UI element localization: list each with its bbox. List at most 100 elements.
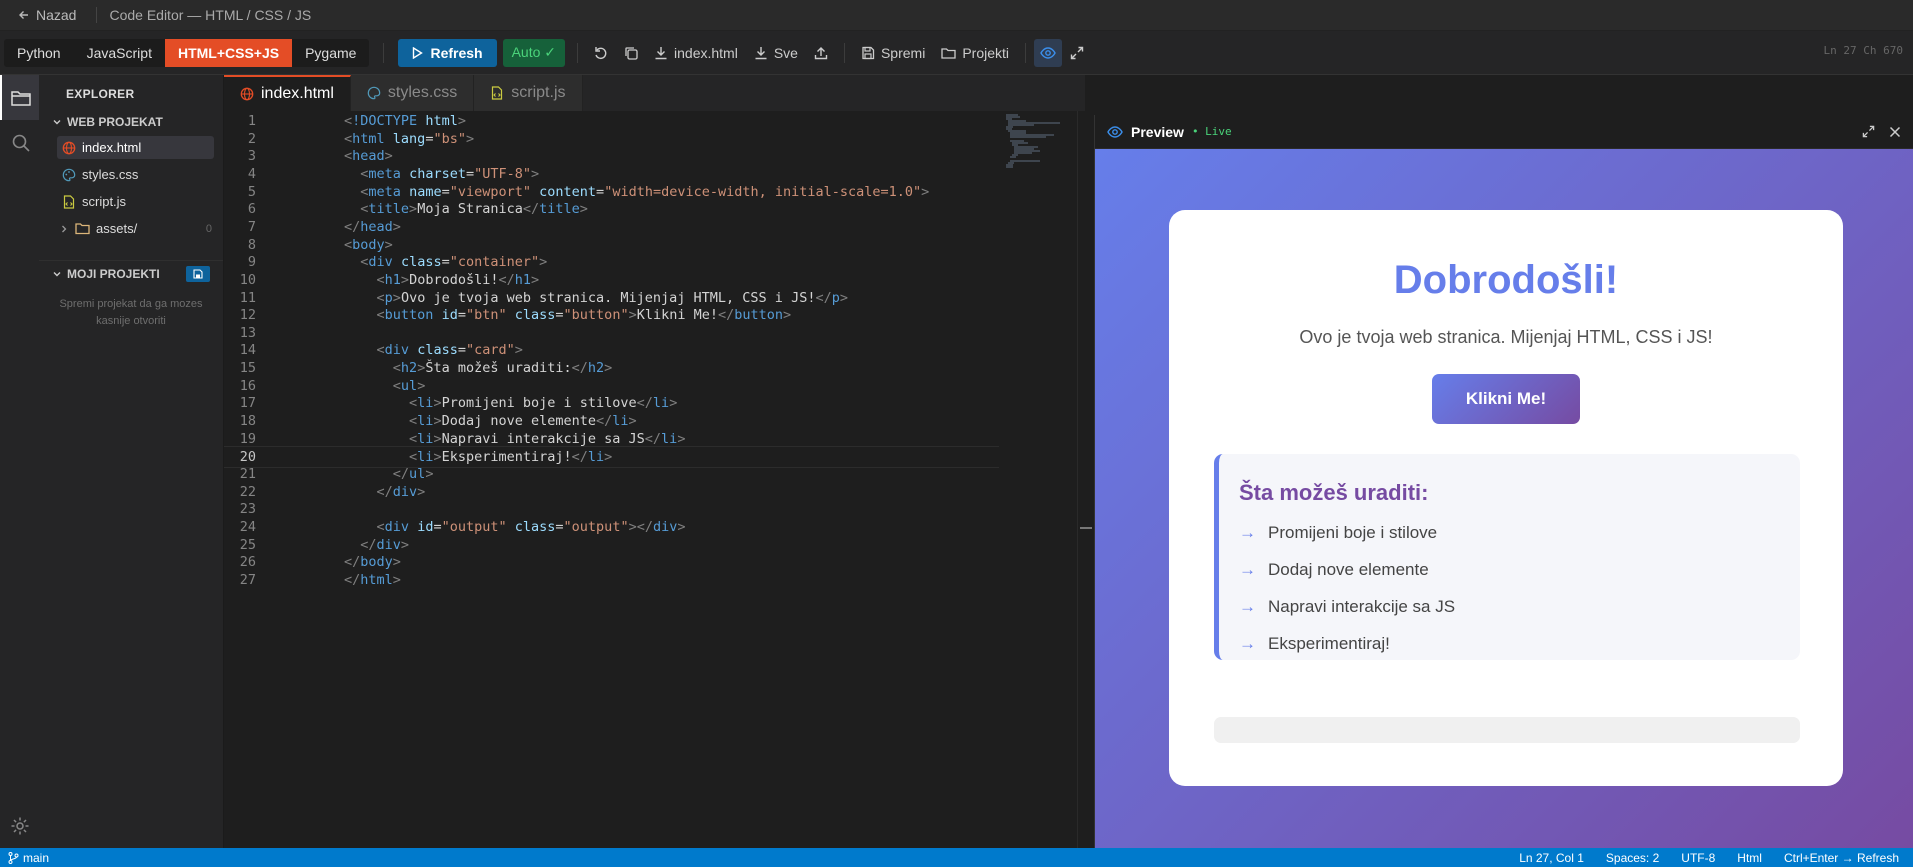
card-heading: Šta možeš uraditi: [1239,480,1429,505]
language-mode[interactable]: Html [1737,851,1762,865]
code-line[interactable]: 27 </html> [224,570,999,592]
expand-icon [1070,46,1084,59]
lang-html[interactable]: HTML+CSS+JS [164,38,293,67]
download-all-button[interactable]: Sve [746,39,806,67]
list-item-text: Promijeni boje i stilove [1268,523,1438,542]
refresh-shortcut: Ctrl+Enter → Refresh [1783,850,1899,865]
projects-button[interactable]: Projekti [933,39,1017,67]
lang-python[interactable]: Python [4,39,74,67]
toggle-preview-button[interactable] [1034,38,1062,67]
download-icon [755,46,767,59]
save-project-small-button[interactable] [186,265,210,282]
settings-button[interactable] [0,803,39,848]
preview-container: Dobrodošli! Ovo je tvoja web stranica. M… [1169,210,1843,786]
section-label: MOJI PROJEKTI [67,266,160,281]
refresh-button[interactable]: Refresh [398,38,497,67]
gear-icon [11,817,28,834]
file-label: script.js [82,194,127,209]
editor-tabs: index.html styles.css script.js [224,75,1085,111]
folder-count: 0 [205,222,212,235]
lang-javascript[interactable]: JavaScript [74,39,165,67]
file-styles-css[interactable]: styles.css [57,163,214,186]
branch-label: main [23,850,50,865]
code-editor[interactable]: 1 <!DOCTYPE html> 2 <html lang="bs"> 3 <head>… [224,111,1077,848]
preview-header: Preview • Live [1095,115,1913,149]
tab-styles-css[interactable]: styles.css [350,75,475,111]
tab-script-js[interactable]: script.js [474,75,583,111]
line-number: 27 [239,571,256,588]
divider [843,42,845,63]
tab-label: styles.css [387,84,458,101]
folder-assets[interactable]: assets/ 0 [59,217,214,240]
auto-refresh-toggle[interactable]: Auto ✓ [502,38,566,67]
save-project-button[interactable]: Spremi [853,39,933,67]
copy-button[interactable] [616,39,646,67]
list-item: → Napravi interakcije sa JS [1239,597,1800,617]
position-readout: Ln 27 Ch 670 [1823,44,1903,57]
close-icon[interactable] [1889,126,1901,138]
palette-icon [367,86,381,100]
download-file-button[interactable]: index.html [646,39,746,67]
file-index-html[interactable]: index.html [57,136,214,159]
files-icon [10,90,31,106]
preview-heading: Dobrodošli! [1393,258,1619,302]
explorer-panel: EXPLORER WEB PROJEKAT index.html styles.… [39,75,224,848]
back-label: Nazad [36,7,77,23]
chevron-down-icon [53,271,61,276]
download-all-label: Sve [773,44,798,61]
cursor-position[interactable]: Ln 27, Col 1 [1519,851,1584,865]
encoding[interactable]: UTF-8 [1681,851,1715,865]
eye-icon [1040,46,1056,59]
indentation[interactable]: Spaces: 2 [1606,851,1659,865]
divider [383,42,385,63]
editor-scrollbar[interactable] [1077,111,1092,848]
status-bar: main Ln 27, Col 1 Spaces: 2 UTF-8 Html C… [0,848,1913,867]
minimap[interactable] [1005,114,1075,174]
expand-icon[interactable] [1862,125,1875,138]
lang-pygame[interactable]: Pygame [292,39,369,67]
save-label: Spremi [880,44,926,61]
eye-icon [1107,125,1123,138]
explorer-title: EXPLORER [66,87,135,101]
download-icon [655,46,667,59]
fullscreen-button[interactable] [1062,39,1092,67]
title-bar: Nazad Code Editor — HTML / CSS / JS [0,0,1913,31]
folder-label: assets/ [96,221,138,236]
undo-button[interactable] [586,39,616,67]
activity-bar [0,75,39,848]
file-label: styles.css [82,167,139,182]
explorer-activity-button[interactable] [0,75,39,120]
toolbar: Python JavaScript HTML+CSS+JS Pygame Ref… [0,31,1913,75]
code-text: </html> [344,571,401,588]
undo-icon [595,46,607,59]
preview-paragraph: Ovo je tvoja web stranica. Mijenjaj HTML… [1299,327,1713,347]
web-project-section[interactable]: WEB PROJEKAT [39,112,223,132]
refresh-label: Refresh [430,44,483,61]
arrow-right-icon: → [1239,560,1256,579]
back-button[interactable]: Nazad [0,0,88,30]
projects-hint: Spremi projekat da ga mozes kasnije otvo… [59,298,203,327]
list-item-text: Dodaj nove elemente [1268,560,1429,579]
section-label: WEB PROJEKAT [67,115,163,129]
arrow-right-icon: → [1239,597,1256,616]
preview-viewport: Dobrodošli! Ovo je tvoja web stranica. M… [1095,149,1913,848]
tab-index-html[interactable]: index.html [224,75,351,111]
tab-label: index.html [261,85,334,102]
divider [96,7,98,23]
branch-indicator[interactable]: main [0,851,49,865]
tab-label: script.js [511,84,566,101]
floppy-disk-icon [193,268,203,279]
projects-label: Projekti [962,44,1009,61]
list-item: → Promijeni boje i stilove [1239,523,1800,543]
upload-button[interactable] [806,39,836,67]
auto-label: Auto ✓ [511,44,557,60]
klikni-me-button[interactable]: Klikni Me! [1432,374,1580,424]
list-item-text: Napravi interakcije sa JS [1268,597,1456,616]
file-script-js[interactable]: script.js [57,190,214,213]
search-activity-button[interactable] [0,120,39,165]
globe-icon [62,141,76,154]
app-title: Code Editor — HTML / CSS / JS [109,7,312,23]
my-projects-section[interactable]: MOJI PROJEKTI [39,260,223,282]
copy-icon [625,46,638,60]
play-icon [413,46,424,59]
